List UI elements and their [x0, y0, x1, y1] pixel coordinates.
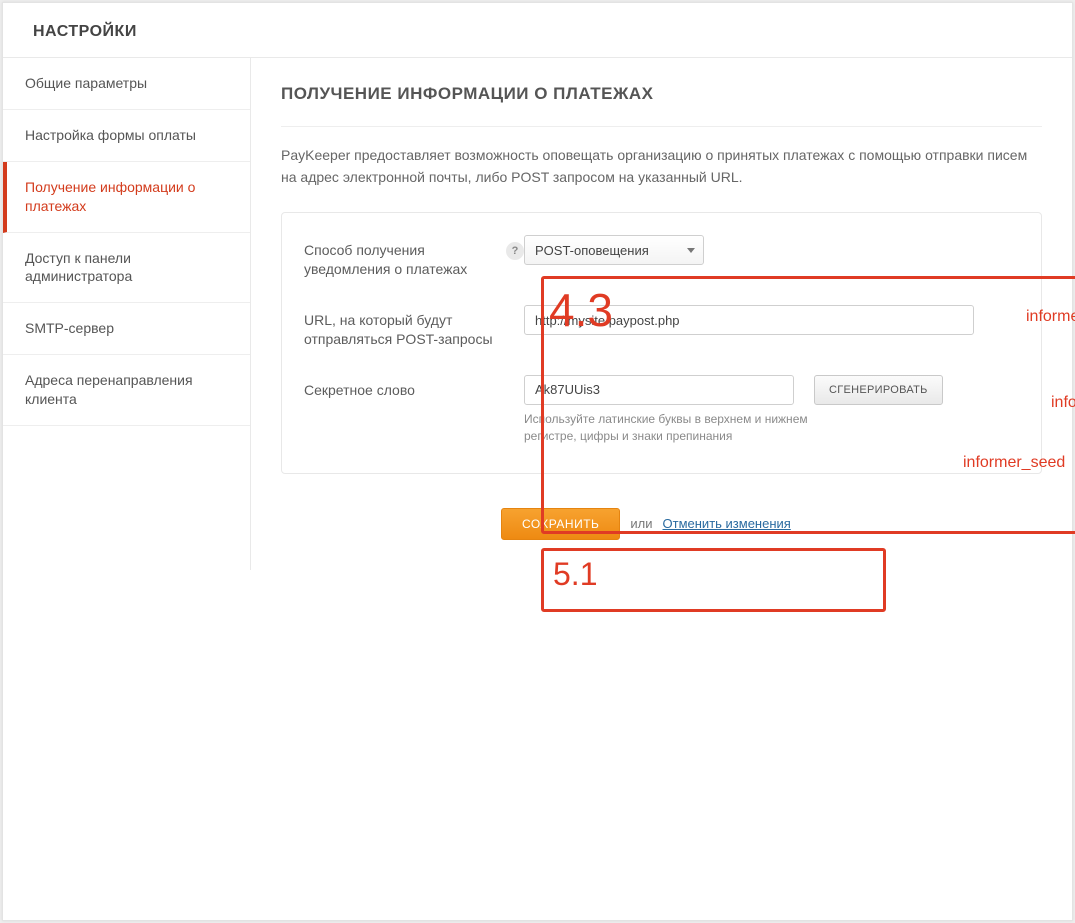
section-title: ПОЛУЧЕНИЕ ИНФОРМАЦИИ О ПЛАТЕЖАХ	[281, 84, 1042, 104]
section-description: PayKeeper предоставляет возможность опов…	[281, 145, 1042, 188]
label-secret: Секретное слово	[304, 375, 524, 400]
sidebar-item-label: Получение информации о платежах	[25, 179, 195, 214]
chevron-down-icon	[687, 248, 695, 253]
or-text: или	[630, 516, 652, 531]
sidebar-item-payment-form[interactable]: Настройка формы оплаты	[3, 110, 250, 162]
help-icon[interactable]: ?	[506, 242, 524, 260]
secret-hint: Используйте латинские буквы в верхнем и …	[524, 411, 824, 445]
sidebar-item-smtp[interactable]: SMTP-сервер	[3, 303, 250, 355]
sidebar-item-label: Доступ к панели администратора	[25, 250, 132, 285]
main-content: ПОЛУЧЕНИЕ ИНФОРМАЦИИ О ПЛАТЕЖАХ PayKeepe…	[251, 58, 1072, 570]
generate-button[interactable]: СГЕНЕРИРОВАТЬ	[814, 375, 943, 405]
row-secret: Секретное слово СГЕНЕРИРОВАТЬ Используйт…	[304, 375, 1019, 445]
sidebar-item-payment-info[interactable]: Получение информации о платежах	[3, 162, 250, 233]
label-text: Способ получения уведомления о платежах	[304, 241, 498, 279]
secret-input[interactable]	[524, 375, 794, 405]
sidebar-item-label: Адреса перенаправления клиента	[25, 372, 193, 407]
divider	[281, 126, 1042, 127]
label-url: URL, на который будут отправляться POST-…	[304, 305, 524, 349]
label-method: Способ получения уведомления о платежах …	[304, 235, 524, 279]
label-text: Секретное слово	[304, 381, 415, 400]
notification-form: Способ получения уведомления о платежах …	[281, 212, 1042, 473]
cancel-link[interactable]: Отменить изменения	[663, 516, 791, 531]
label-text: URL, на который будут отправляться POST-…	[304, 311, 524, 349]
sidebar: Общие параметры Настройка формы оплаты П…	[3, 58, 251, 570]
url-input[interactable]	[524, 305, 974, 335]
select-value: POST-оповещения	[535, 243, 649, 258]
settings-panel: НАСТРОЙКИ Общие параметры Настройка форм…	[2, 2, 1073, 921]
layout: Общие параметры Настройка формы оплаты П…	[3, 58, 1072, 570]
row-method: Способ получения уведомления о платежах …	[304, 235, 1019, 279]
sidebar-item-admin-access[interactable]: Доступ к панели администратора	[3, 233, 250, 304]
annotation-box-5-1	[541, 548, 886, 612]
sidebar-item-redirect[interactable]: Адреса перенаправления клиента	[3, 355, 250, 426]
sidebar-item-label: Общие параметры	[25, 75, 147, 91]
panel-title: НАСТРОЙКИ	[3, 3, 1072, 58]
sidebar-item-label: Настройка формы оплаты	[25, 127, 196, 143]
annotation-number-5-1: 5.1	[553, 556, 597, 593]
method-select[interactable]: POST-оповещения	[524, 235, 704, 265]
annotation-informer-url: informer_url	[1051, 394, 1075, 412]
row-url: URL, на который будут отправляться POST-…	[304, 305, 1019, 349]
save-button[interactable]: СОХРАНИТЬ	[501, 508, 620, 540]
form-actions: СОХРАНИТЬ или Отменить изменения	[281, 508, 1042, 540]
sidebar-item-general[interactable]: Общие параметры	[3, 58, 250, 110]
sidebar-item-label: SMTP-сервер	[25, 320, 114, 336]
